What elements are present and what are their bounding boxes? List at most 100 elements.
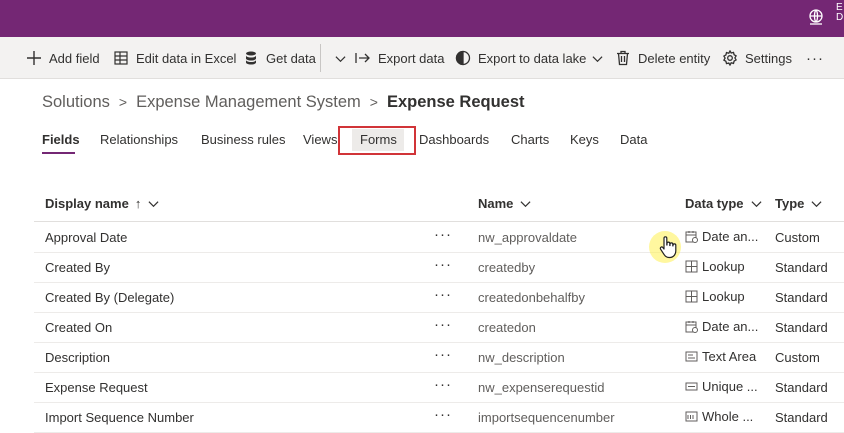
field-logical-name: createdby xyxy=(478,260,536,275)
active-tab-underline xyxy=(42,152,75,154)
edit-in-excel-label: Edit data in Excel xyxy=(136,50,237,66)
table-row[interactable]: Created By ··· createdby Lookup Standard xyxy=(34,253,844,283)
table-header: Display name ↑ Name Data type Type xyxy=(34,186,844,222)
column-header-type[interactable]: Type xyxy=(775,196,822,211)
row-more-options[interactable]: ··· xyxy=(434,226,452,243)
field-type: Standard xyxy=(775,320,828,335)
column-header-display-name[interactable]: Display name ↑ xyxy=(45,196,159,211)
field-type: Standard xyxy=(775,290,828,305)
row-more-options[interactable]: ··· xyxy=(434,346,452,363)
tab-keys[interactable]: Keys xyxy=(570,132,599,147)
display-name-header-label: Display name xyxy=(45,196,129,211)
get-data-dropdown[interactable] xyxy=(329,37,346,79)
field-logical-name: createdonbehalfby xyxy=(478,290,585,305)
field-logical-name: nw_expenserequestid xyxy=(478,380,605,395)
tab-business-rules[interactable]: Business rules xyxy=(201,132,286,147)
table-row[interactable]: Created By (Delegate) ··· createdonbehal… xyxy=(34,283,844,313)
export-data-button[interactable]: Export data xyxy=(355,37,445,79)
field-display-name[interactable]: Approval Date xyxy=(45,230,127,245)
calendar-icon xyxy=(685,321,698,333)
table-row[interactable]: Approval Date ··· nw_approvaldate Date a… xyxy=(34,223,844,253)
get-data-label: Get data xyxy=(266,50,316,66)
chevron-right-icon: > xyxy=(118,94,128,110)
field-data-type: Lookup xyxy=(685,259,745,274)
get-data-button[interactable]: Get data xyxy=(243,37,316,79)
field-data-type: Lookup xyxy=(685,289,745,304)
row-more-options[interactable]: ··· xyxy=(434,316,452,333)
entity-tabs: Fields Relationships Business rules View… xyxy=(0,126,844,156)
field-data-type: Whole ... xyxy=(685,409,753,424)
field-type: Custom xyxy=(775,350,820,365)
chevron-right-icon: > xyxy=(369,94,378,110)
data-type-label: Lookup xyxy=(702,289,745,304)
tab-forms[interactable]: Forms xyxy=(360,132,397,147)
field-display-name[interactable]: Created By xyxy=(45,260,110,275)
chevron-down-icon xyxy=(592,55,603,62)
calendar-icon xyxy=(685,231,698,243)
add-field-button[interactable]: Add field xyxy=(26,37,100,79)
field-logical-name: importsequencenumber xyxy=(478,410,615,425)
table-row[interactable]: Description ··· nw_description Text Area… xyxy=(34,343,844,373)
data-lake-icon xyxy=(455,50,471,66)
table-row[interactable]: Expense Request ··· nw_expenserequestid … xyxy=(34,373,844,403)
column-header-data-type[interactable]: Data type xyxy=(685,196,762,211)
tab-dashboards[interactable]: Dashboards xyxy=(419,132,489,147)
field-display-name[interactable]: Import Sequence Number xyxy=(45,410,194,425)
tab-data[interactable]: Data xyxy=(620,132,647,147)
name-header-label: Name xyxy=(478,196,514,211)
data-type-header-label: Data type xyxy=(685,196,744,211)
breadcrumb-current-entity: Expense Request xyxy=(386,92,525,111)
tab-fields[interactable]: Fields xyxy=(42,132,80,147)
row-more-options[interactable]: ··· xyxy=(434,256,452,273)
field-logical-name: nw_approvaldate xyxy=(478,230,578,245)
data-type-label: Unique ... xyxy=(702,379,758,394)
settings-button[interactable]: Settings xyxy=(722,37,792,79)
trash-icon xyxy=(617,50,629,66)
row-more-options[interactable]: ··· xyxy=(434,376,452,393)
export-to-data-lake-button[interactable]: Export to data lake xyxy=(455,37,603,79)
export-to-data-lake-label: Export to data lake xyxy=(478,50,587,66)
environment-name[interactable]: D xyxy=(836,12,844,24)
data-type-label: Whole ... xyxy=(702,409,754,424)
field-type: Standard xyxy=(775,380,828,395)
field-data-type: Unique ... xyxy=(685,379,758,394)
plus-icon xyxy=(27,51,41,65)
field-data-type: Text Area xyxy=(685,349,756,364)
command-separator xyxy=(320,44,321,72)
chevron-down-icon xyxy=(811,201,822,208)
chevron-down-icon xyxy=(335,55,346,62)
hand-pointer-icon xyxy=(659,236,677,259)
field-type: Standard xyxy=(775,260,828,275)
field-display-name[interactable]: Description xyxy=(45,350,110,365)
field-logical-name: createdon xyxy=(478,320,536,335)
column-header-name[interactable]: Name xyxy=(478,196,531,211)
more-commands-button[interactable]: ··· xyxy=(806,37,824,79)
tab-charts[interactable]: Charts xyxy=(511,132,549,147)
field-display-name[interactable]: Created By (Delegate) xyxy=(45,290,174,305)
breadcrumb-solution[interactable]: Expense Management System xyxy=(136,93,361,112)
field-data-type: Date an... xyxy=(685,229,758,244)
tab-views[interactable]: Views xyxy=(303,132,337,147)
table-row[interactable]: Import Sequence Number ··· importsequenc… xyxy=(34,403,844,433)
breadcrumb-solutions[interactable]: Solutions xyxy=(42,93,110,112)
table-row[interactable]: Created On ··· createdon Date an... Stan… xyxy=(34,313,844,343)
data-type-label: Lookup xyxy=(702,259,745,274)
row-more-options[interactable]: ··· xyxy=(434,286,452,303)
chevron-down-icon xyxy=(520,201,531,208)
unique-id-icon xyxy=(685,382,698,391)
chevron-down-icon xyxy=(148,201,159,208)
lookup-icon xyxy=(685,260,698,273)
delete-entity-button[interactable]: Delete entity xyxy=(615,37,710,79)
delete-entity-label: Delete entity xyxy=(638,50,711,66)
whole-number-icon xyxy=(685,411,698,422)
field-display-name[interactable]: Expense Request xyxy=(45,380,148,395)
lookup-icon xyxy=(685,290,698,303)
globe-icon[interactable] xyxy=(807,8,825,26)
tab-relationships[interactable]: Relationships xyxy=(100,132,178,147)
row-more-options[interactable]: ··· xyxy=(434,406,452,423)
field-display-name[interactable]: Created On xyxy=(45,320,112,335)
excel-icon xyxy=(114,51,128,65)
edit-in-excel-button[interactable]: Edit data in Excel xyxy=(113,37,236,79)
gear-icon xyxy=(723,50,737,66)
field-data-type: Date an... xyxy=(685,319,758,334)
